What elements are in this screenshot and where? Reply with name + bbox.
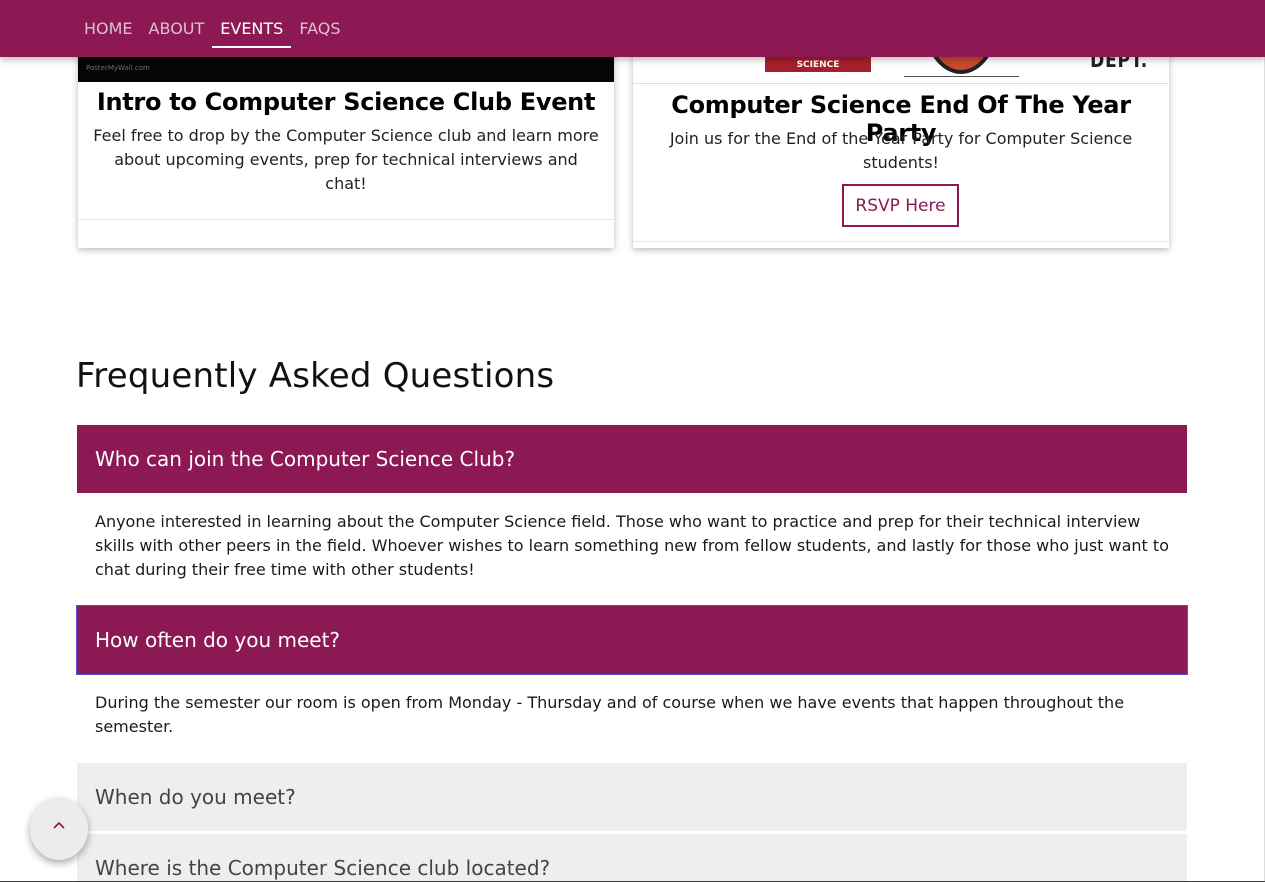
event-description: Feel free to drop by the Computer Scienc… xyxy=(93,126,599,193)
card-footer-divider xyxy=(78,219,614,220)
image-badge-text: SCIENCE xyxy=(796,60,840,70)
card-footer-divider xyxy=(633,241,1169,242)
back-to-top-button[interactable] xyxy=(30,798,88,860)
nav-links: HOME ABOUT EVENTS FAQS xyxy=(76,0,348,57)
faq-answer-who-can-join: Anyone interested in learning about the … xyxy=(95,512,1169,579)
faq-answer-how-often: During the semester our room is open fro… xyxy=(95,693,1125,736)
event-title: Intro to Computer Science Club Event xyxy=(96,88,596,116)
event-description: Join us for the End of the Year Party fo… xyxy=(669,129,1133,172)
faq-question-when-meet[interactable]: When do you meet? xyxy=(77,763,1187,831)
faq-question-who-can-join[interactable]: Who can join the Computer Science Club? xyxy=(77,425,1187,493)
chevron-up-icon xyxy=(53,821,65,829)
faq-question-location[interactable]: Where is the Computer Science club locat… xyxy=(77,834,1187,882)
navbar: HOME ABOUT EVENTS FAQS xyxy=(0,0,1265,57)
nav-link-home[interactable]: HOME xyxy=(76,0,141,57)
nav-link-about[interactable]: ABOUT xyxy=(141,0,213,57)
image-watermark: PosterMyWall.com xyxy=(86,64,150,72)
faq-question-how-often[interactable]: How often do you meet? xyxy=(76,605,1188,675)
page: PosterMyWall.com Intro to Computer Scien… xyxy=(0,0,1265,882)
nav-link-events[interactable]: EVENTS xyxy=(212,0,292,57)
rsvp-button[interactable]: RSVP Here xyxy=(842,184,959,227)
faq-heading: Frequently Asked Questions xyxy=(76,356,555,396)
nav-link-faqs[interactable]: FAQS xyxy=(291,0,348,57)
